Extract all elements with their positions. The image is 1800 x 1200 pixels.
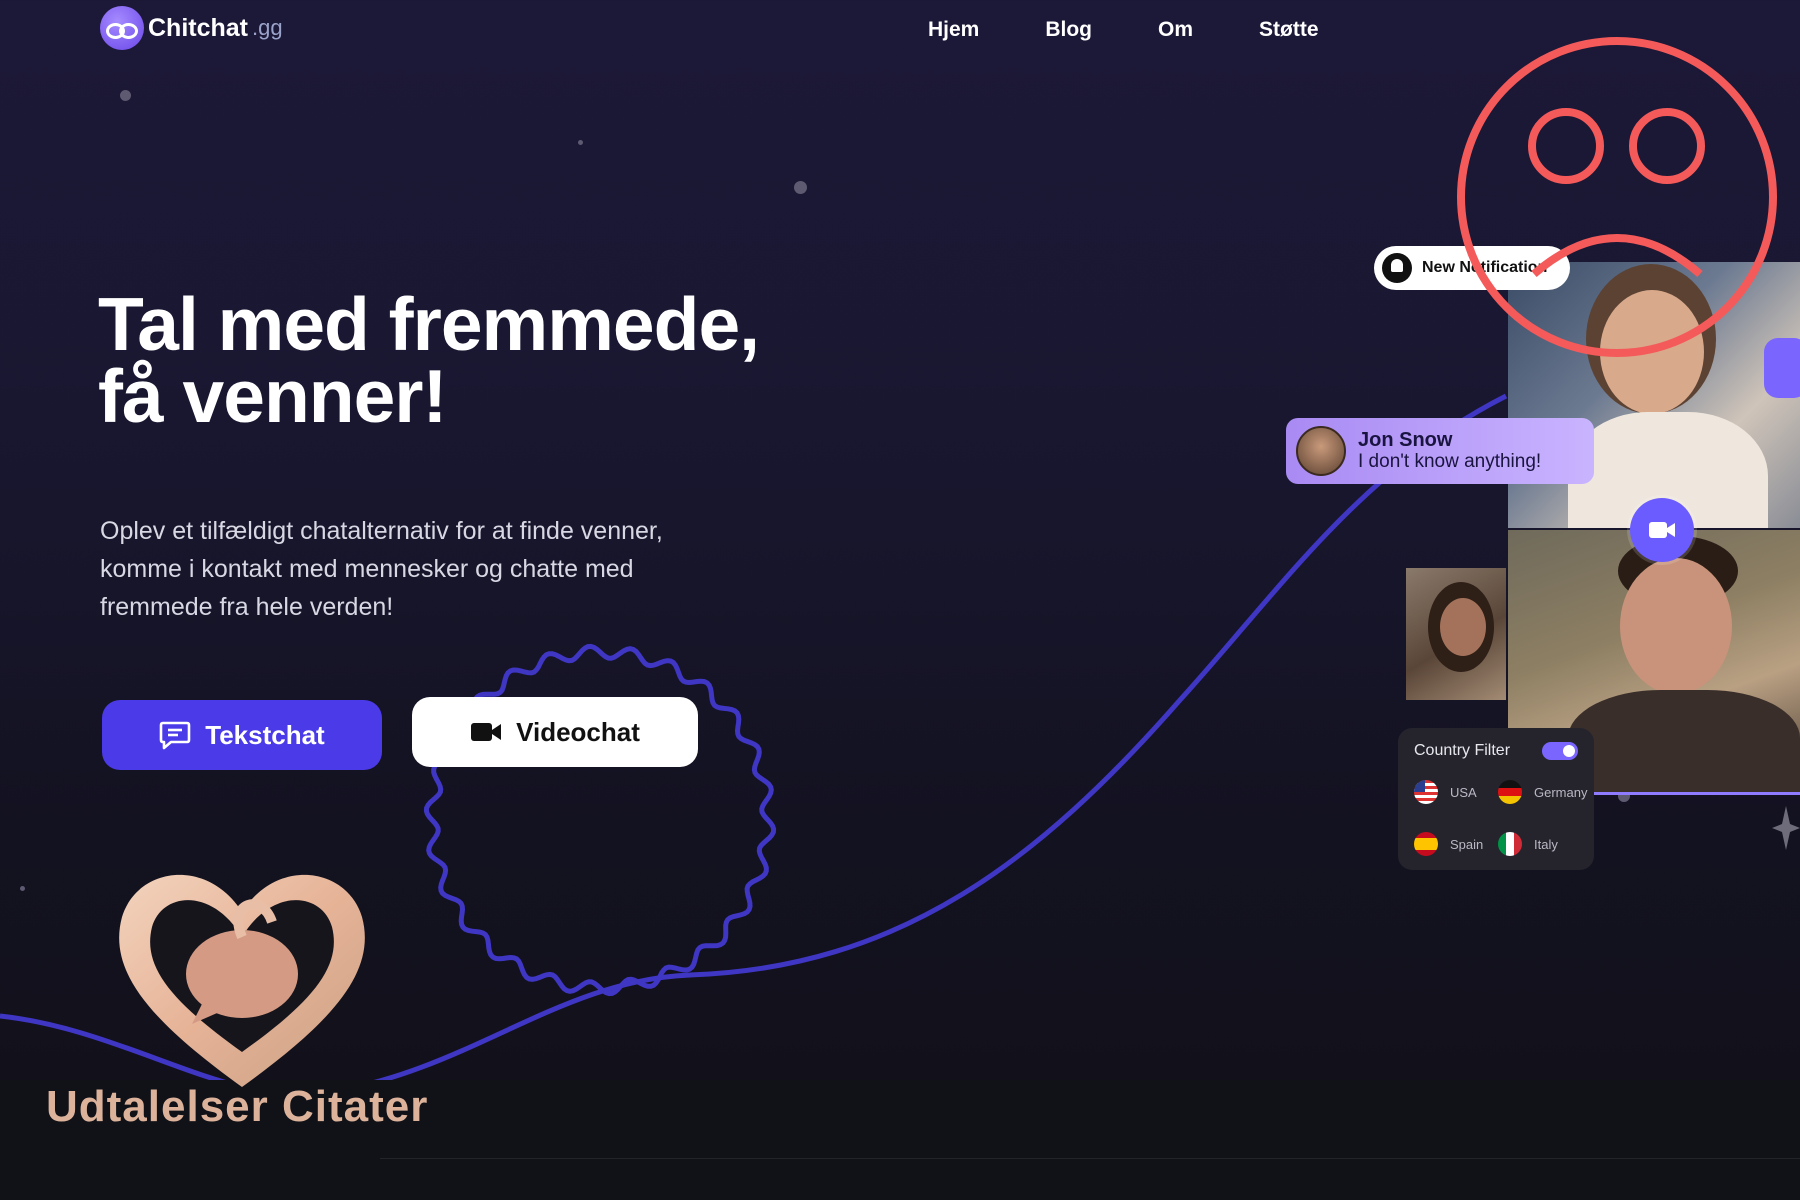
country-option-spain[interactable]: Spain [1414,832,1498,856]
brand-tld: .gg [252,15,283,40]
brand-name: Chitchat [148,13,248,42]
country-label: Italy [1534,836,1558,852]
germany-flag-icon [1498,780,1522,804]
chat-message-text: I don't know anything! [1358,451,1542,472]
chat-message-bubble: Jon Snow I don't know anything! [1286,418,1594,484]
country-label: USA [1450,784,1477,800]
usa-flag-icon [1414,780,1438,804]
sparkle-icon [1772,806,1800,850]
text-chat-label: Tekstchat [205,719,325,750]
chat-bubble-icon [159,721,191,750]
logo-icon [100,6,144,50]
spain-flag-icon [1414,832,1438,856]
sad-face-icon [1457,37,1777,357]
divider [380,1158,1800,1159]
video-tile-small [1406,568,1506,700]
bell-icon [1382,253,1412,283]
video-camera-icon [471,723,502,741]
main-nav: Hjem Blog Om Støtte [928,18,1319,42]
video-chat-label: Videochat [516,716,640,747]
nav-about[interactable]: Om [1158,18,1193,42]
text-chat-button[interactable]: Tekstchat [102,700,382,770]
video-camera-icon [1649,522,1675,538]
avatar [1296,426,1346,476]
country-filter-title: Country Filter [1414,742,1511,759]
face [1440,598,1486,656]
country-filter-header: Country Filter [1414,742,1578,760]
country-filter-toggle[interactable] [1542,742,1578,760]
video-chat-button[interactable]: Videochat [412,697,698,767]
face [1620,558,1732,694]
video-call-button[interactable] [1630,498,1694,562]
country-list: USA Germany Spain Italy [1414,780,1587,856]
hero-subtitle: Oplev et tilfældigt chatalternativ for a… [100,517,663,621]
jacket [1568,690,1800,792]
country-label: Germany [1534,784,1588,800]
hero-title-line2: få venner! [98,354,447,438]
brand-logo[interactable]: Chitchat .gg [100,6,283,50]
overlay-caption: Udtalelser Citater [46,1082,429,1131]
hero-title: Tal med fremmede, få venner! [98,287,760,434]
country-filter-card: Country Filter USA Germany Spain Italy [1398,728,1594,870]
heart-chat-icon [119,874,365,1087]
nav-blog[interactable]: Blog [1045,18,1092,42]
country-option-germany[interactable]: Germany [1498,780,1594,804]
chat-bubble-text: Jon Snow I don't know anything! [1358,429,1541,473]
country-option-usa[interactable]: USA [1414,780,1498,804]
country-option-italy[interactable]: Italy [1498,832,1594,856]
italy-flag-icon [1498,832,1522,856]
chat-sender-name: Jon Snow [1358,429,1453,451]
nav-home[interactable]: Hjem [928,18,979,42]
nav-support[interactable]: Støtte [1259,18,1319,42]
country-label: Spain [1450,836,1484,852]
